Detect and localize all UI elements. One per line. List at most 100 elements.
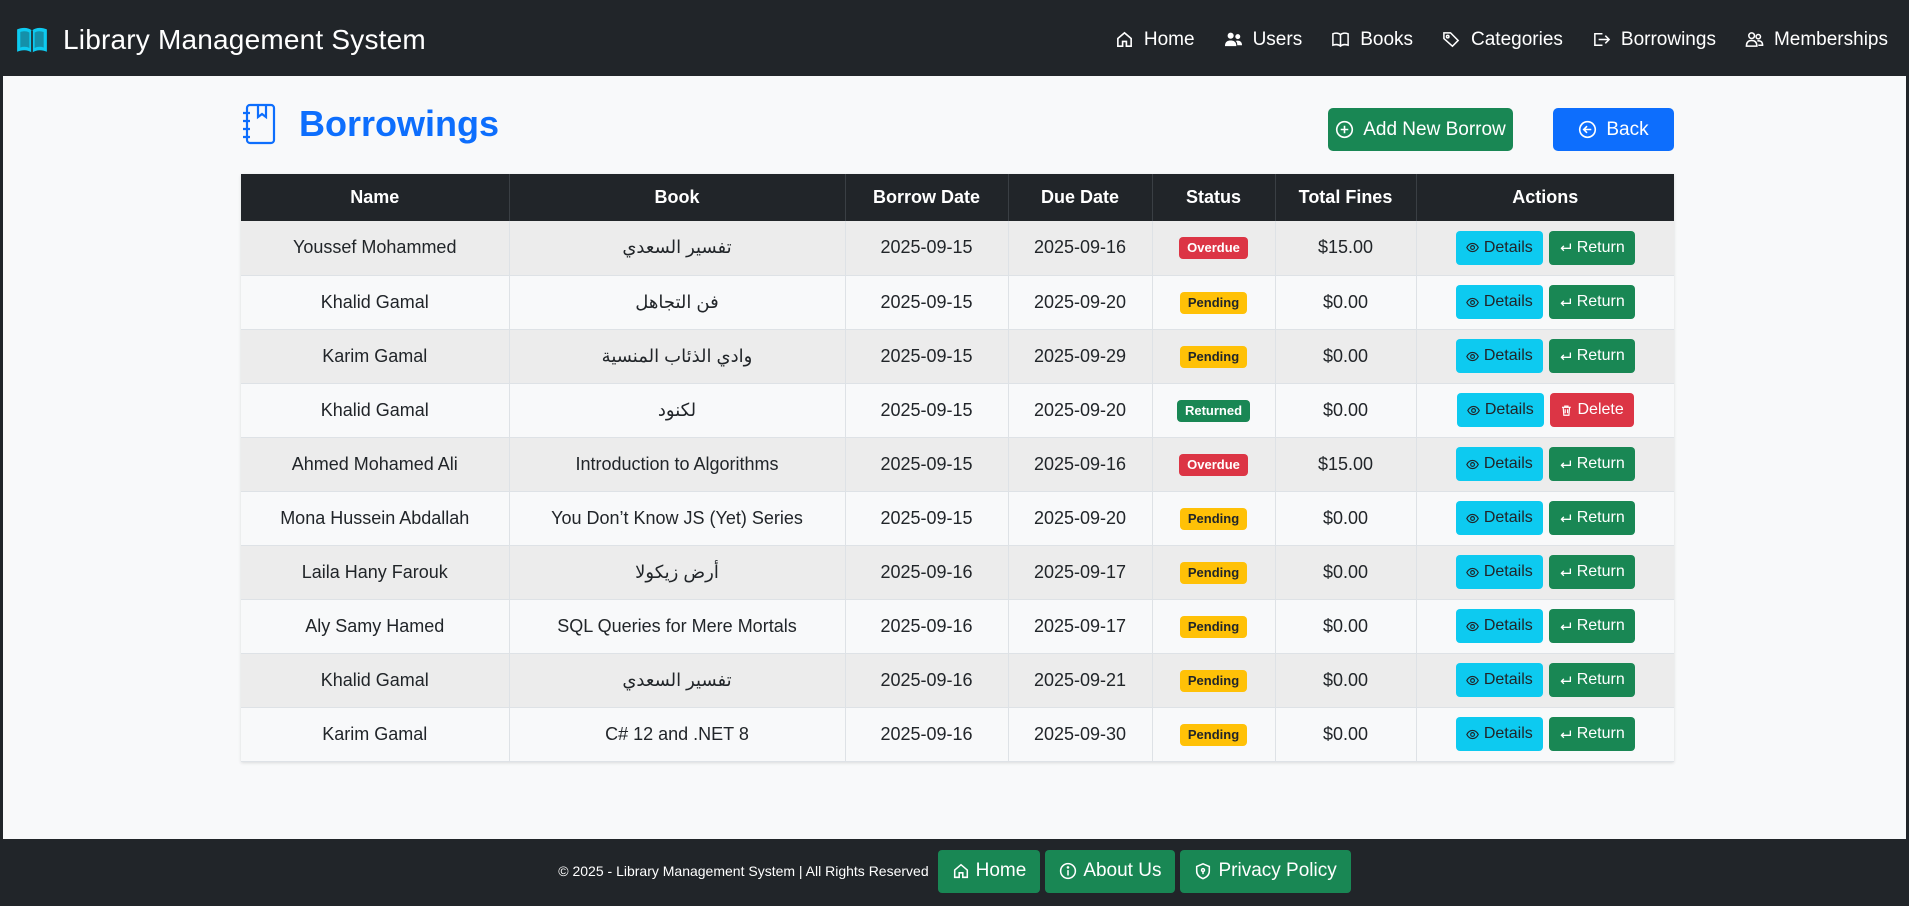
cell-due-date: 2025-09-17 (1008, 599, 1153, 654)
cell-actions: Details Delete (1416, 383, 1674, 438)
nav-item-home[interactable]: Home (1115, 29, 1195, 51)
return-button[interactable]: Return (1548, 609, 1635, 643)
cell-name: Ahmed Mohamed Ali (241, 437, 510, 492)
details-button[interactable]: Details (1455, 663, 1543, 697)
column-header[interactable]: Status (1152, 174, 1276, 221)
return-arrow-icon (1560, 729, 1571, 738)
cell-actions: Details Return (1416, 653, 1674, 708)
page-title: Borrowings (299, 103, 500, 144)
cell-total-fines: $0.00 (1275, 707, 1417, 762)
arrow-left-circle-icon (1579, 120, 1597, 139)
back-button[interactable]: Back (1553, 108, 1674, 151)
return-label: Return (1576, 725, 1625, 742)
nav-item-categories[interactable]: Categories (1442, 29, 1563, 51)
details-button[interactable]: Details (1455, 609, 1543, 643)
return-button[interactable]: Return (1548, 717, 1635, 751)
details-button[interactable]: Details (1455, 717, 1543, 751)
users-icon (1224, 32, 1242, 47)
table-row: Laila Hany Farouk أرض زيكولا 2025-09-16 202… (241, 545, 1674, 600)
column-header[interactable]: Due Date (1008, 174, 1153, 221)
brand[interactable]: Library Management System (15, 24, 426, 56)
cell-book: تفسير السعدي (509, 653, 846, 708)
eye-icon (1465, 351, 1479, 361)
add-new-borrow-button[interactable]: Add New Borrow (1328, 108, 1513, 151)
table-row: Khalid Gamal تفسير السعدي 2025-09-16 2025-0… (241, 653, 1674, 708)
return-button[interactable]: Return (1548, 555, 1635, 589)
cell-book: أرض زيكولا (509, 545, 846, 600)
nav-label: Categories (1471, 28, 1563, 50)
cell-borrow-date: 2025-09-15 (845, 275, 1009, 330)
delete-label: Delete (1577, 401, 1624, 418)
column-header[interactable]: Name (241, 174, 510, 221)
eye-icon (1465, 513, 1479, 523)
nav-item-memberships[interactable]: Memberships (1745, 29, 1888, 51)
details-button[interactable]: Details (1455, 339, 1543, 373)
status-badge: Pending (1179, 345, 1248, 368)
cell-book: You Don’t Know JS (Yet) Series (509, 491, 846, 546)
nav-item-users[interactable]: Users (1224, 29, 1302, 51)
details-label: Details (1483, 671, 1533, 688)
table-row: Karim Gamal وادي الذئاب المنسية 2025-09-15… (241, 329, 1674, 384)
cell-name: Khalid Gamal (241, 275, 510, 330)
cell-due-date: 2025-09-16 (1008, 437, 1153, 492)
cell-total-fines: $0.00 (1275, 383, 1417, 438)
nav-label: Borrowings (1620, 28, 1716, 50)
details-button[interactable]: Details (1455, 555, 1543, 589)
details-button[interactable]: Details (1456, 393, 1544, 427)
delete-button[interactable]: Delete (1549, 393, 1634, 427)
table-body: Youssef Mohammed تفسير السعدي 2025-09-15 20… (241, 221, 1674, 762)
footer-about-us-button[interactable]: About Us (1045, 849, 1176, 893)
cell-actions: Details Return (1416, 329, 1674, 384)
cell-book: تفسير السعدي (509, 221, 846, 276)
return-label: Return (1576, 347, 1625, 364)
column-header[interactable]: Total Fines (1275, 174, 1417, 221)
nav-item-books[interactable]: Books (1331, 29, 1413, 51)
return-button[interactable]: Return (1548, 663, 1635, 697)
return-arrow-icon (1560, 513, 1571, 522)
return-button[interactable]: Return (1548, 285, 1635, 319)
footer-link-label: Home (975, 860, 1027, 881)
cell-status: Pending (1152, 329, 1276, 384)
return-button[interactable]: Return (1548, 447, 1635, 481)
details-button[interactable]: Details (1455, 230, 1543, 265)
borrowings-table: Name Book Borrow Date Due Date Status To… (241, 174, 1674, 762)
details-label: Details (1483, 455, 1533, 472)
return-button[interactable]: Return (1548, 339, 1635, 373)
house-icon (1116, 31, 1132, 47)
table-row: Khalid Gamal فن التجاهل 2025-09-15 2025-09-… (241, 275, 1674, 330)
cell-total-fines: $0.00 (1275, 599, 1417, 654)
cell-name: Youssef Mohammed (241, 221, 510, 276)
details-button[interactable]: Details (1455, 285, 1543, 319)
column-header[interactable]: Book (509, 174, 846, 221)
return-arrow-icon (1560, 297, 1571, 306)
back-label: Back (1606, 118, 1649, 140)
return-button[interactable]: Return (1548, 501, 1635, 535)
nav-item-borrowings[interactable]: Borrowings (1592, 29, 1716, 51)
details-label: Details (1483, 293, 1533, 310)
details-button[interactable]: Details (1455, 501, 1543, 535)
cell-total-fines: $15.00 (1275, 437, 1417, 492)
details-label: Details (1483, 509, 1533, 526)
tags-icon (1443, 32, 1460, 48)
eye-icon (1465, 567, 1479, 577)
cell-due-date: 2025-09-17 (1008, 545, 1153, 600)
cell-total-fines: $0.00 (1275, 491, 1417, 546)
cell-borrow-date: 2025-09-16 (845, 545, 1009, 600)
cell-status: Pending (1152, 491, 1276, 546)
plus-circle-icon (1336, 120, 1354, 139)
cell-borrow-date: 2025-09-16 (845, 707, 1009, 762)
eye-icon (1465, 459, 1479, 469)
footer-privacy-policy-button[interactable]: Privacy Policy (1180, 849, 1351, 893)
footer-home-button[interactable]: Home (937, 849, 1041, 893)
status-badge: Pending (1179, 507, 1248, 530)
cell-borrow-date: 2025-09-15 (845, 491, 1009, 546)
cell-due-date: 2025-09-21 (1008, 653, 1153, 708)
column-header[interactable]: Borrow Date (845, 174, 1009, 221)
return-arrow-icon (1560, 459, 1571, 468)
cell-status: Returned (1152, 383, 1276, 438)
page-header: Borrowings (241, 103, 499, 145)
status-badge: Overdue (1179, 453, 1248, 476)
details-button[interactable]: Details (1455, 447, 1543, 481)
return-label: Return (1576, 563, 1625, 580)
return-button[interactable]: Return (1548, 230, 1635, 265)
